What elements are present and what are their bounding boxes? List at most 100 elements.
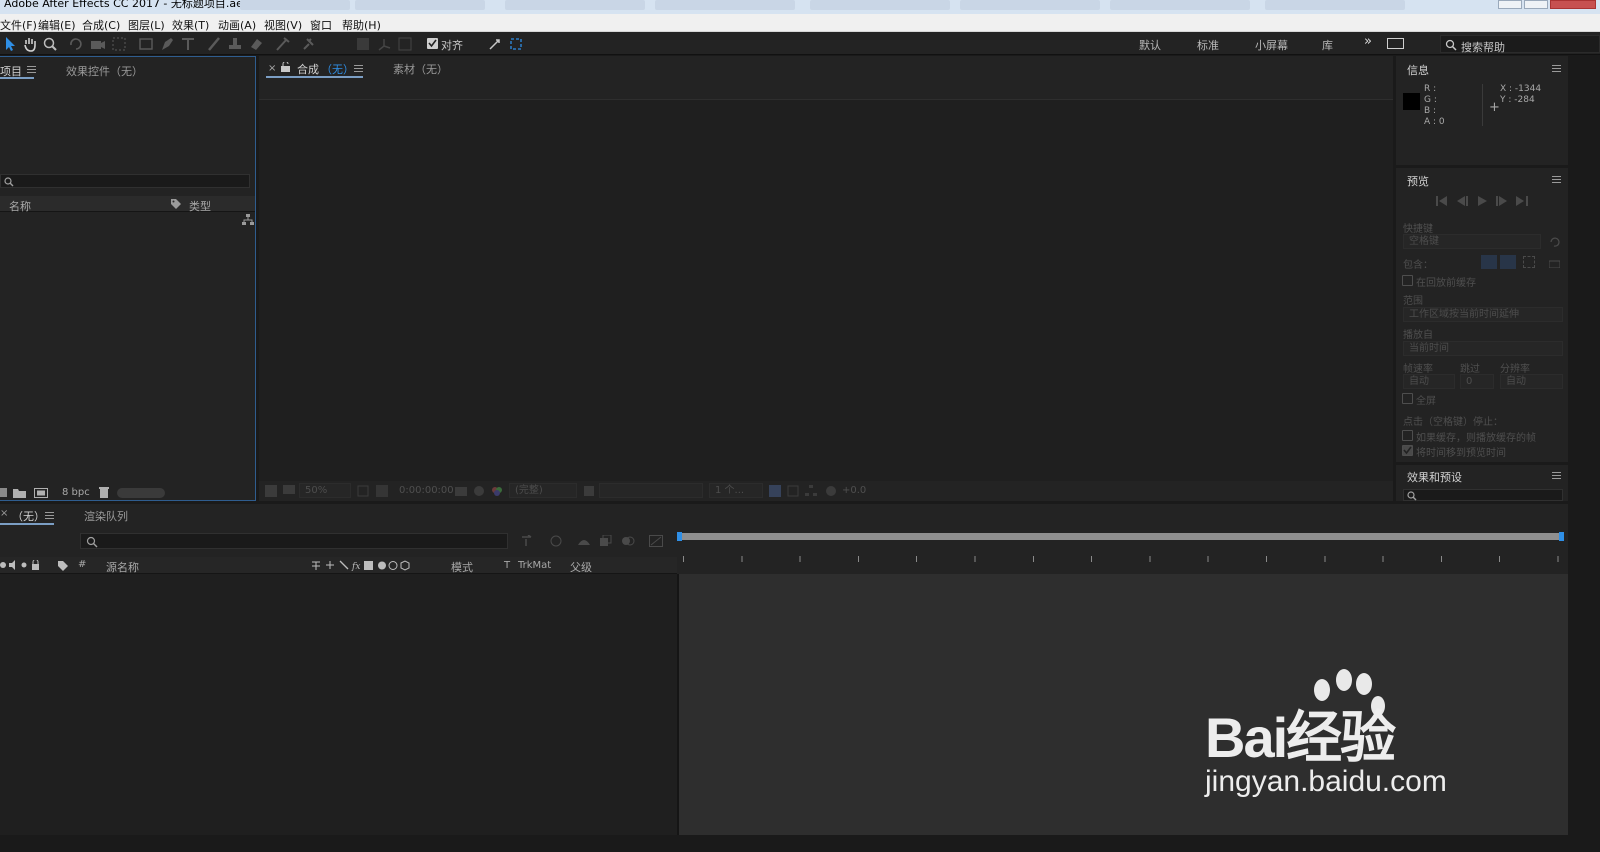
preview-panel-title[interactable]: 预览: [1407, 173, 1429, 189]
include-video-toggle[interactable]: [1481, 255, 1497, 269]
bit-depth-button[interactable]: 8 bpc: [62, 487, 90, 498]
workspace-libraries[interactable]: 库: [1322, 37, 1333, 53]
toggle-pixel-aspect-icon[interactable]: [769, 485, 781, 497]
show-snapshot-icon[interactable]: [473, 485, 485, 497]
comp-flowchart-icon[interactable]: [805, 485, 817, 497]
flowchart-icon[interactable]: [242, 214, 254, 226]
puppet-pin-tool-icon[interactable]: [300, 36, 316, 52]
exposure-value[interactable]: +0.0: [842, 485, 866, 496]
previous-frame-icon[interactable]: [1456, 196, 1468, 206]
always-preview-icon[interactable]: [265, 485, 277, 497]
menu-file[interactable]: 文件(F): [0, 17, 37, 33]
workspace-default[interactable]: 默认: [1139, 37, 1161, 53]
text-tool-icon[interactable]: [180, 36, 196, 52]
menu-view[interactable]: 视图(V): [264, 17, 302, 33]
preview-resolution-dropdown[interactable]: 自动: [1500, 374, 1563, 389]
range-dropdown[interactable]: 工作区域按当前时间延伸: [1403, 307, 1563, 322]
work-area-bar[interactable]: [680, 533, 1563, 540]
panel-menu-icon[interactable]: [1552, 472, 1561, 479]
fast-preview-icon[interactable]: [583, 485, 595, 497]
roto-brush-tool-icon[interactable]: [275, 36, 291, 52]
workspace-standard[interactable]: 标准: [1197, 37, 1219, 53]
label-tag-icon[interactable]: [170, 198, 182, 210]
tab-timeline-comp[interactable]: （无）: [12, 508, 45, 524]
layer-list[interactable]: [0, 574, 677, 835]
work-area-end-handle[interactable]: [1559, 532, 1564, 541]
view-axis-icon[interactable]: [397, 36, 413, 52]
include-overlays-toggle[interactable]: [1523, 256, 1535, 268]
column-parent[interactable]: 父级: [570, 559, 592, 575]
av-features-icons[interactable]: [0, 560, 44, 570]
menu-composition[interactable]: 合成(C): [82, 17, 120, 33]
panel-menu-icon[interactable]: [354, 65, 363, 72]
menu-layer[interactable]: 图层(L): [128, 17, 165, 33]
rotate-tool-icon[interactable]: [68, 36, 84, 52]
timeline-search-input[interactable]: [80, 533, 508, 549]
tab-composition[interactable]: 合成: [297, 61, 319, 77]
move-time-checkbox[interactable]: [1402, 445, 1413, 456]
column-source-name[interactable]: 源名称: [106, 559, 139, 575]
project-search-input[interactable]: [0, 174, 250, 188]
menu-window[interactable]: 窗口: [310, 17, 332, 33]
frame-blending-icon[interactable]: [599, 535, 613, 547]
column-track-matte[interactable]: TrkMat: [518, 560, 551, 571]
column-preserve-transparency[interactable]: T: [504, 560, 510, 571]
layer-switches-icons[interactable]: fx: [312, 560, 412, 571]
camera-view-dropdown[interactable]: [599, 483, 703, 498]
resolution-dropdown[interactable]: (完整): [509, 483, 577, 498]
camera-tool-icon[interactable]: [90, 36, 106, 52]
new-folder-icon[interactable]: [13, 488, 26, 498]
next-frame-icon[interactable]: [1496, 196, 1508, 206]
last-frame-icon[interactable]: [1516, 196, 1528, 206]
snap-options-icon[interactable]: [487, 36, 503, 52]
menu-help[interactable]: 帮助(H): [342, 17, 381, 33]
if-cached-checkbox[interactable]: [1402, 430, 1413, 441]
time-ruler[interactable]: [677, 526, 1568, 574]
search-help-field[interactable]: 搜索帮助: [1440, 35, 1600, 54]
view-layout-dropdown[interactable]: 1 个...: [709, 483, 763, 498]
tab-footage[interactable]: 素材（无）: [393, 61, 448, 77]
panel-menu-icon[interactable]: [1552, 176, 1561, 183]
workspace-overflow-button[interactable]: »: [1364, 34, 1372, 49]
panel-menu-icon[interactable]: [27, 66, 36, 73]
eraser-tool-icon[interactable]: [248, 36, 264, 52]
fullscreen-checkbox[interactable]: [1402, 393, 1413, 404]
reset-icon[interactable]: [1549, 237, 1560, 248]
local-axis-icon[interactable]: [355, 36, 371, 52]
current-timecode[interactable]: 0:00:00:00: [399, 485, 454, 496]
snapshot-icon[interactable]: [455, 485, 467, 497]
play-icon[interactable]: [1476, 196, 1488, 206]
column-layer-number[interactable]: #: [78, 559, 86, 570]
column-type[interactable]: 类型: [189, 198, 211, 214]
pan-behind-tool-icon[interactable]: [111, 36, 127, 52]
world-axis-icon[interactable]: [376, 36, 392, 52]
first-frame-icon[interactable]: [1436, 196, 1448, 206]
tab-effect-controls[interactable]: 效果控件（无）: [66, 63, 143, 79]
column-name[interactable]: 名称: [9, 198, 31, 214]
skip-dropdown[interactable]: 0: [1460, 374, 1494, 389]
draft-3d-icon[interactable]: [549, 535, 563, 547]
menu-effect[interactable]: 效果(T): [172, 17, 209, 33]
close-comp-tab-icon[interactable]: ×: [268, 63, 276, 74]
sync-settings-icon[interactable]: [1387, 38, 1404, 49]
label-tag-icon[interactable]: [57, 560, 69, 571]
work-area-start-handle[interactable]: [677, 532, 682, 541]
hand-tool-icon[interactable]: [22, 36, 38, 52]
menu-animation[interactable]: 动画(A): [218, 17, 256, 33]
cache-before-playback-checkbox[interactable]: [1402, 275, 1413, 286]
selection-tool-icon[interactable]: [2, 36, 18, 52]
thumbnail-slider[interactable]: [117, 488, 165, 498]
graph-editor-icon[interactable]: [649, 535, 663, 547]
brush-tool-icon[interactable]: [206, 36, 222, 52]
shortcut-dropdown[interactable]: 空格键: [1403, 234, 1541, 249]
tab-render-queue[interactable]: 渲染队列: [84, 508, 128, 524]
lock-icon[interactable]: [281, 62, 290, 72]
menu-edit[interactable]: 编辑(E): [38, 17, 76, 33]
new-composition-icon[interactable]: [34, 488, 48, 498]
interpret-footage-icon[interactable]: [0, 488, 8, 498]
monitor-icon[interactable]: [283, 485, 295, 497]
comp-mini-flowchart-icon[interactable]: [521, 535, 535, 547]
play-from-dropdown[interactable]: 当前时间: [1403, 341, 1563, 356]
effects-presets-title[interactable]: 效果和预设: [1407, 469, 1462, 485]
workspace-small-screen[interactable]: 小屏幕: [1255, 37, 1288, 53]
